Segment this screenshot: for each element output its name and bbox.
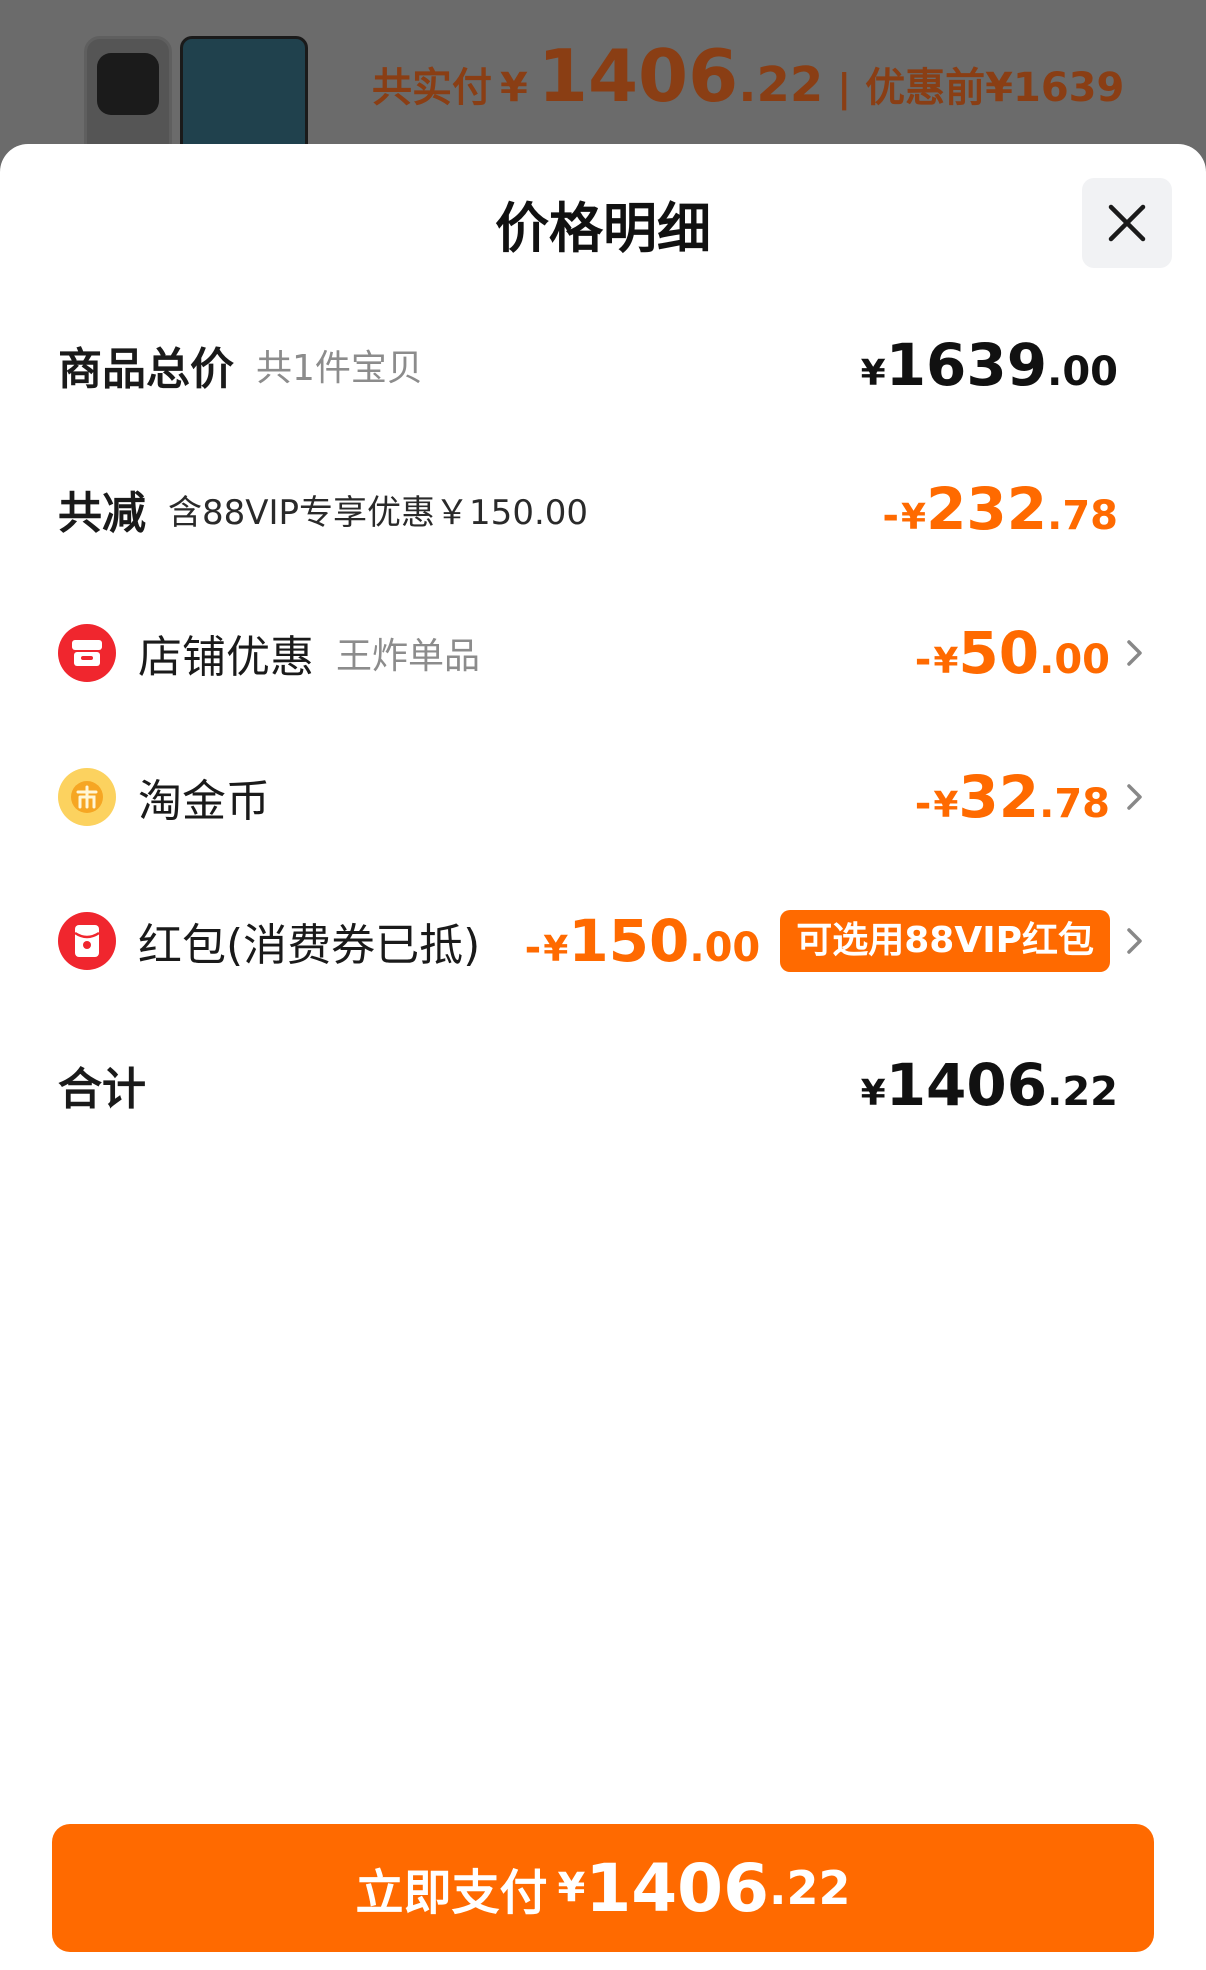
row-grand-total: 合计 ¥ 1406 .22 [0, 1030, 1206, 1140]
price-int: 50 [958, 619, 1040, 687]
red-packet-price: - ¥ 150 .00 [525, 907, 761, 975]
background-price-summary: 共实付 ¥ 1406 .22 | 优惠前¥1639 [372, 34, 1124, 118]
currency-symbol: ¥ [933, 785, 959, 826]
price-dec: .78 [1039, 781, 1110, 827]
chevron-right-icon [1127, 928, 1142, 954]
pay-now-label: 立即支付 [355, 1865, 548, 1921]
row-red-packet[interactable]: 红包(消费券已抵) - ¥ 150 .00 可选用88VIP红包 [0, 886, 1206, 996]
coin-icon [58, 768, 116, 826]
goods-total-label: 商品总价 [58, 344, 234, 395]
total-discount-label: 共减 [58, 488, 146, 539]
summary-amount-dec: .22 [738, 57, 824, 113]
camera-lens-icon [97, 53, 159, 115]
red-packet-icon [58, 912, 116, 970]
grand-total-label: 合计 [58, 1064, 146, 1115]
summary-separator: | [837, 66, 852, 110]
close-icon [1108, 204, 1146, 242]
goods-total-price: ¥ 1639 .00 [861, 331, 1118, 399]
chevron-right-icon [1127, 784, 1142, 810]
coins-label: 淘金币 [138, 776, 270, 827]
minus-sign: - [882, 493, 899, 539]
minus-sign: - [914, 637, 932, 683]
red-packet-label: 红包(消费券已抵) [138, 920, 481, 971]
vip-red-packet-badge[interactable]: 可选用88VIP红包 [780, 910, 1110, 972]
price-int: 32 [958, 763, 1040, 831]
shop-discount-sub: 王炸单品 [336, 636, 481, 677]
sheet-title: 价格明细 [495, 197, 711, 260]
store-icon [58, 624, 116, 682]
vip-discount-note: 含88VIP专享优惠￥150.00 [168, 492, 589, 533]
total-discount-price: - ¥ 232 .78 [882, 475, 1118, 543]
price-dec: .00 [1039, 637, 1110, 683]
row-goods-total: 商品总价 共1件宝贝 ¥ 1639 .00 [0, 310, 1206, 420]
goods-count: 共1件宝贝 [256, 348, 423, 389]
price-dec: .78 [1047, 493, 1118, 539]
minus-sign: - [524, 925, 542, 971]
chevron-right-icon [1127, 640, 1142, 666]
price-dec: .00 [689, 925, 761, 971]
currency-symbol: ¥ [933, 641, 959, 682]
pay-amount-dec: .22 [769, 1861, 851, 1915]
row-shop-discount[interactable]: 店铺优惠 王炸单品 - ¥ 50 .00 [0, 598, 1206, 708]
price-int: 150 [568, 907, 690, 975]
currency-symbol: ¥ [901, 497, 927, 538]
currency-symbol: ¥ [860, 1073, 886, 1114]
row-total-discount: 共减 含88VIP专享优惠￥150.00 - ¥ 232 .78 [0, 454, 1206, 564]
price-int: 232 [926, 475, 1048, 543]
currency-symbol: ¥ [557, 1865, 586, 1911]
coins-price: - ¥ 32 .78 [915, 763, 1110, 831]
product-thumbnail-back [84, 36, 172, 158]
shop-discount-label: 店铺优惠 [138, 632, 314, 683]
currency-symbol: ¥ [543, 929, 569, 970]
summary-before-price: 优惠前¥1639 [865, 65, 1125, 111]
price-dec: .22 [1047, 1069, 1118, 1115]
grand-total-price: ¥ 1406 .22 [861, 1051, 1118, 1119]
product-thumbnail-front [180, 36, 308, 158]
pay-now-button[interactable]: 立即支付 ¥ 1406 .22 [52, 1824, 1154, 1952]
summary-label: 共实付 [372, 65, 492, 111]
price-detail-sheet: 价格明细 商品总价 共1件宝贝 ¥ 1639 .00 共减 含88VIP专享优惠… [0, 144, 1206, 1970]
currency-symbol: ¥ [860, 353, 886, 394]
row-taobao-coins[interactable]: 淘金币 - ¥ 32 .78 [0, 742, 1206, 852]
summary-amount-int: 1406 [537, 34, 739, 118]
close-button[interactable] [1082, 178, 1172, 268]
shop-discount-price: - ¥ 50 .00 [915, 619, 1110, 687]
price-int: 1406 [885, 1051, 1048, 1119]
summary-currency: ¥ [500, 65, 528, 111]
price-int: 1639 [885, 331, 1048, 399]
pay-amount-int: 1406 [585, 1849, 770, 1927]
minus-sign: - [914, 781, 932, 827]
price-dec: .00 [1047, 349, 1118, 395]
